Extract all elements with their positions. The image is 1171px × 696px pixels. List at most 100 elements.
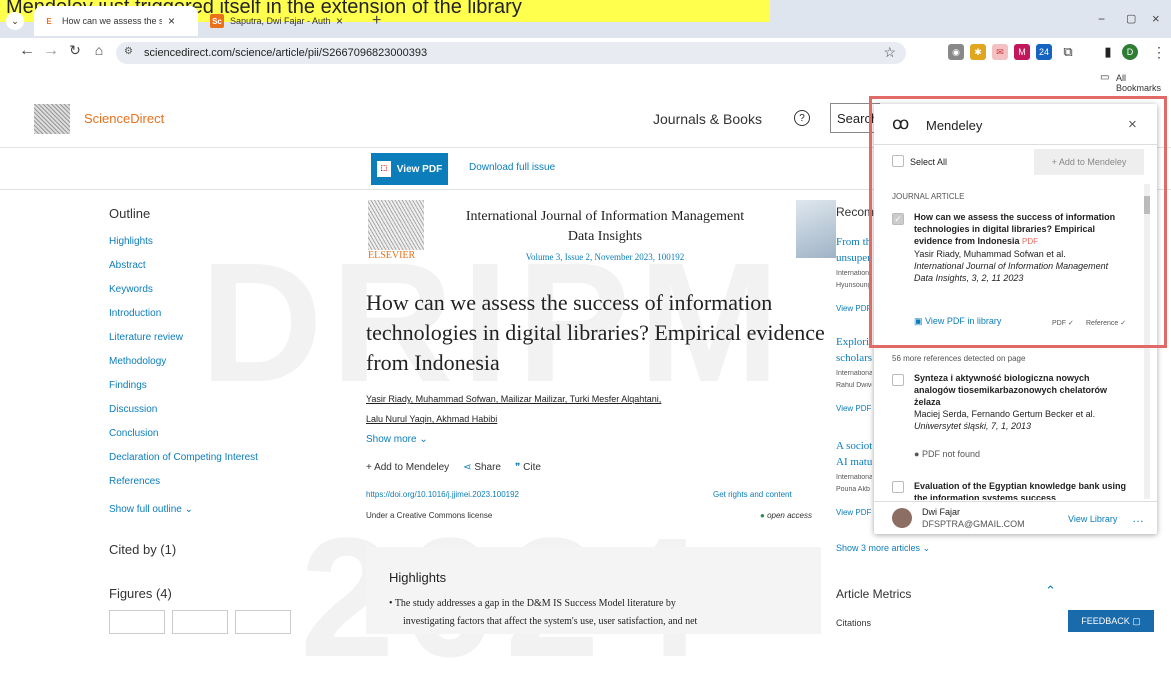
close-tab-icon[interactable]: × xyxy=(168,14,175,28)
feedback-button[interactable]: FEEDBACK ▢ xyxy=(1068,610,1154,632)
rec-view-pdf-link[interactable]: View PDF xyxy=(836,304,872,313)
outline-item[interactable]: References xyxy=(109,476,160,487)
show-full-outline-link[interactable]: Show full outline ⌄ xyxy=(109,504,193,515)
outline-item[interactable]: Introduction xyxy=(109,308,161,319)
forward-icon[interactable]: → xyxy=(40,42,62,60)
outline-item[interactable]: Highlights xyxy=(109,236,153,247)
address-bar-row: ← → ↻ ⌂ ⚙ sciencedirect.com/science/arti… xyxy=(0,38,1171,68)
outline-item[interactable]: Methodology xyxy=(109,356,166,367)
site-info-icon[interactable]: ⚙ xyxy=(124,46,133,57)
sciencedirect-logo[interactable]: ScienceDirect xyxy=(84,111,164,126)
view-pdf-button[interactable]: ⬚ View PDF xyxy=(371,153,448,185)
scopus-favicon-icon: Sc xyxy=(210,14,224,28)
restore-button[interactable]: ▢ xyxy=(1126,12,1136,25)
folder-icon: ▭ xyxy=(1100,72,1110,83)
rec-article-title[interactable]: AI maturi xyxy=(836,456,872,468)
chevron-up-icon[interactable]: ⌃ xyxy=(1045,583,1056,599)
dot-icon: ● xyxy=(760,511,768,520)
cited-by-heading[interactable]: Cited by (1) xyxy=(109,542,176,557)
user-avatar xyxy=(892,508,912,528)
outline-item[interactable]: Findings xyxy=(109,380,147,391)
tab-article[interactable]: E How can we assess the success × xyxy=(34,6,198,36)
browser-menu-icon[interactable]: ⋮ xyxy=(1152,44,1166,61)
rec-article-authors: Hyunsoung xyxy=(836,282,872,289)
close-window-button[interactable]: × xyxy=(1152,11,1160,26)
item-checkbox[interactable] xyxy=(892,481,904,493)
rec-view-pdf-link[interactable]: View PDF xyxy=(836,404,872,413)
new-tab-button[interactable]: + xyxy=(372,12,381,30)
sidebar-toggle-icon[interactable]: ▮ xyxy=(1100,44,1116,60)
user-name: Dwi Fajar xyxy=(922,507,961,517)
info-icon: ● xyxy=(914,449,922,459)
rec-article-title[interactable]: scholarsh xyxy=(836,352,872,364)
help-icon[interactable]: ? xyxy=(794,110,810,126)
share-button[interactable]: ⋖ Share xyxy=(463,462,501,473)
puzzle-extension-icon[interactable]: ✱ xyxy=(970,44,986,60)
more-options-icon[interactable]: … xyxy=(1132,511,1144,525)
show-more-articles-link[interactable]: Show 3 more articles ⌄ xyxy=(836,543,930,554)
more-refs-label: 56 more references detected on page xyxy=(892,354,1026,363)
add-to-mendeley-button[interactable]: + Add to Mendeley xyxy=(366,462,449,473)
profile-avatar-icon[interactable]: D xyxy=(1122,44,1138,60)
outline-item[interactable]: Declaration of Competing Interest xyxy=(109,452,258,463)
pdf-icon: ⬚ xyxy=(376,161,391,177)
figure-thumbnail[interactable] xyxy=(172,610,228,634)
quote-icon: ❞ xyxy=(515,462,524,473)
annotation-red-box xyxy=(869,96,1167,348)
download-issue-link[interactable]: Download full issue xyxy=(469,162,555,173)
rec-article-title[interactable]: From the xyxy=(836,236,872,248)
rec-article-title[interactable]: unsuper xyxy=(836,252,872,264)
elsevier-tree-logo xyxy=(34,104,70,134)
show-more-link[interactable]: Show more ⌄ xyxy=(366,434,428,445)
item-checkbox[interactable] xyxy=(892,374,904,386)
plus-icon: + xyxy=(366,462,375,473)
author-list[interactable]: Yasir Riady, Muhammad Sofwan, Mailizar M… xyxy=(366,389,806,429)
tab-search-button[interactable]: ⌄ xyxy=(6,12,24,30)
journal-title[interactable]: International Journal of Information Man… xyxy=(455,207,755,267)
cite-button[interactable]: ❞ Cite xyxy=(515,462,541,473)
rec-view-pdf-link[interactable]: View PDF xyxy=(836,508,872,517)
highlight-item: • The study addresses a gap in the D&M I… xyxy=(389,598,698,627)
outline-item[interactable]: Discussion xyxy=(109,404,157,415)
minimize-button[interactable]: − xyxy=(1098,12,1105,26)
rec-article-authors: Pouria Akb xyxy=(836,486,870,493)
figure-thumbnail[interactable] xyxy=(109,610,165,634)
article-metrics-heading[interactable]: Article Metrics xyxy=(836,587,911,601)
journal-cover[interactable] xyxy=(796,200,836,258)
rec-article-title[interactable]: Explorin xyxy=(836,336,872,348)
view-library-link[interactable]: View Library xyxy=(1068,514,1117,524)
article-title: How can we assess the success of informa… xyxy=(366,290,825,375)
figures-heading[interactable]: Figures (4) xyxy=(109,586,172,601)
back-icon[interactable]: ← xyxy=(16,42,38,60)
outline-item[interactable]: Keywords xyxy=(109,284,153,295)
close-tab-icon[interactable]: × xyxy=(336,14,343,28)
home-icon[interactable]: ⌂ xyxy=(88,42,110,58)
elsevier-wordmark: ELSEVIER xyxy=(368,250,416,261)
elsevier-journal-logo xyxy=(368,200,424,250)
camera-extension-icon[interactable]: ◉ xyxy=(948,44,964,60)
figure-thumbnail[interactable] xyxy=(235,610,291,634)
mail-extension-icon[interactable]: ✉ xyxy=(992,44,1008,60)
tab-author[interactable]: Sc Saputra, Dwi Fajar - Author det × xyxy=(202,6,366,36)
bookmarks-bar: ▭ All Bookmarks xyxy=(0,68,1171,93)
rec-article-authors: Rahul Dwive xyxy=(836,382,872,389)
outline-item[interactable]: Conclusion xyxy=(109,428,158,439)
rec-article-title[interactable]: A sociote xyxy=(836,440,872,452)
doi-link[interactable]: https://doi.org/10.1016/j.jjimei.2023.10… xyxy=(366,490,519,499)
user-email: DFSPTRA@GMAIL.COM xyxy=(922,519,1025,529)
bookmark-star-icon[interactable]: ☆ xyxy=(883,44,896,61)
mendeley-extension-icon[interactable]: M xyxy=(1014,44,1030,60)
journal-volume[interactable]: Volume 3, Issue 2, November 2023, 100192 xyxy=(455,247,755,267)
reference-item-3[interactable]: Evaluation of the Egyptian knowledge ban… xyxy=(914,480,1129,500)
outline-item[interactable]: Abstract xyxy=(109,260,146,271)
reload-icon[interactable]: ↻ xyxy=(64,42,86,59)
extensions-puzzle-icon[interactable]: ⧉ xyxy=(1060,44,1076,60)
license-text: Under a Creative Commons license xyxy=(366,511,493,520)
extension-badge-icon[interactable]: 24 xyxy=(1036,44,1052,60)
url-field[interactable]: ⚙ sciencedirect.com/science/article/pii/… xyxy=(116,42,906,64)
rights-link[interactable]: Get rights and content xyxy=(713,490,792,499)
open-access-badge: ● open access xyxy=(760,511,812,520)
reference-item-2[interactable]: Synteza i aktywność biologiczna nowych a… xyxy=(914,372,1129,432)
outline-item[interactable]: Literature review xyxy=(109,332,183,343)
journals-books-link[interactable]: Journals & Books xyxy=(653,111,762,127)
